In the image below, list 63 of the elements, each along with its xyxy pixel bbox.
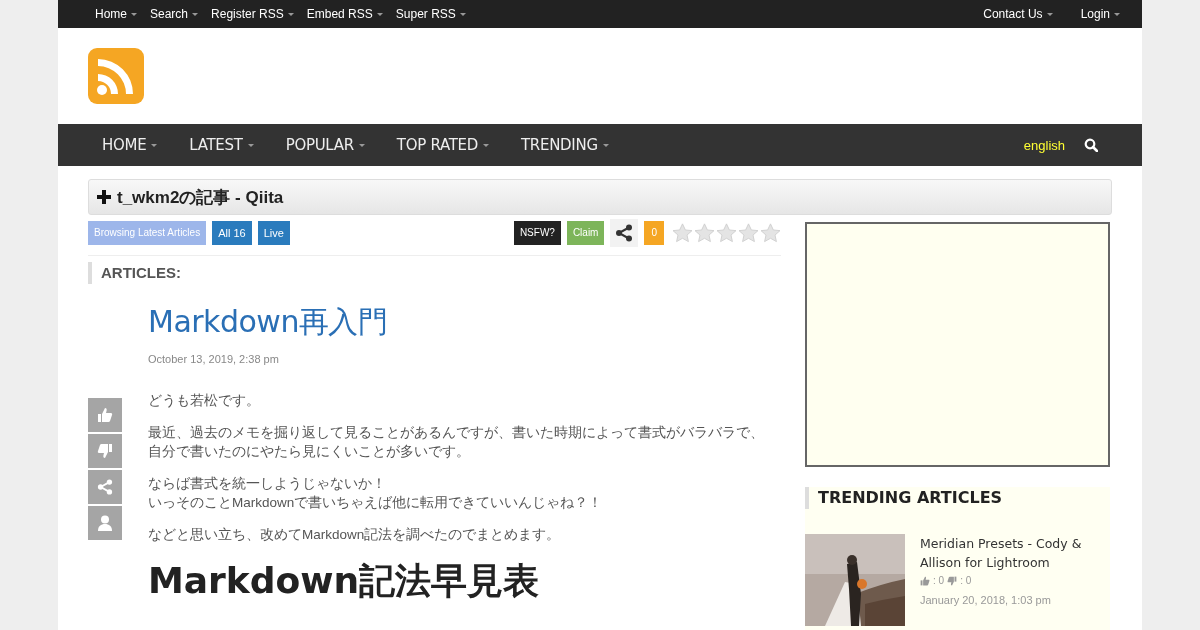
article-date: October 13, 2019, 2:38 pm	[148, 353, 280, 365]
top-menu-link[interactable]: Contact Us	[983, 7, 1053, 21]
caret-icon	[247, 143, 254, 147]
thumbs-up-icon	[97, 407, 113, 423]
author-button[interactable]	[88, 506, 122, 540]
like-button[interactable]	[88, 398, 122, 432]
caret-icon	[287, 12, 294, 16]
top-menu-link[interactable]: Embed RSS	[306, 7, 383, 21]
caret-icon	[376, 12, 383, 16]
live-button[interactable]: Live	[257, 221, 290, 245]
dislike-button[interactable]	[88, 434, 122, 468]
caret-icon	[602, 143, 609, 147]
caret-icon	[1114, 12, 1120, 16]
plus-icon	[97, 190, 111, 204]
paragraph: ならば書式を統一しようじゃないか！ いっそのことMarkdownで書いちゃえば他に転用できていいんじゃね？！	[148, 475, 604, 512]
star-icon[interactable]	[760, 223, 781, 243]
share-icon	[615, 224, 634, 242]
paragraph: などと思い立ち、改めてMarkdown記法を調べたのでまとめます。	[148, 526, 562, 544]
star-icon[interactable]	[694, 223, 715, 243]
caret-icon	[131, 12, 137, 16]
rating-count: 0	[644, 221, 664, 245]
caret-icon	[459, 12, 466, 16]
top-menu-link[interactable]: Search	[150, 7, 199, 21]
trending-article-date: January 20, 2018, 1:03 pm	[920, 594, 1052, 606]
user-icon	[98, 515, 112, 531]
top-menu-link[interactable]: Register RSS	[211, 7, 294, 21]
thumbs-up-icon	[920, 575, 930, 586]
all-button[interactable]: All 16	[212, 221, 252, 245]
nav-link[interactable]: HOME	[102, 136, 158, 154]
nav-link[interactable]: TRENDING	[521, 136, 609, 154]
top-menu-link[interactable]: Home	[95, 7, 137, 21]
nav-link[interactable]: TOP RATED	[396, 136, 489, 154]
paragraph: 最近、過去のメモを掘り返して見ることがあるんですが、書いた時期によって書式がバラバラで、 自分で書いたのにやたら見にくいことが多いです。	[148, 424, 765, 461]
top-menu-link[interactable]: Login	[1080, 7, 1120, 21]
nav-link[interactable]: POPULAR	[285, 136, 365, 154]
browsing-label: Browsing Latest Articles	[88, 221, 207, 245]
star-icon[interactable]	[738, 223, 759, 243]
article-title[interactable]: Markdown再入門	[148, 302, 781, 343]
star-icon[interactable]	[672, 223, 693, 243]
share-icon	[97, 479, 113, 495]
caret-icon	[151, 143, 158, 147]
like-count: : 0	[933, 575, 945, 586]
caret-icon	[192, 12, 199, 16]
search-icon[interactable]	[1084, 138, 1098, 152]
feed-title: t_wkm2の記事 - Qiita	[117, 186, 284, 209]
nav-link[interactable]: LATEST	[189, 136, 254, 154]
share-button[interactable]	[610, 219, 639, 247]
caret-icon	[1046, 12, 1053, 16]
thumbs-down-icon	[947, 575, 958, 586]
nsfw-button[interactable]: NSFW?	[513, 221, 561, 245]
article-heading: Markdown記法早見表	[148, 559, 541, 603]
caret-icon	[358, 143, 365, 147]
paragraph: どうも若松です。	[148, 392, 261, 410]
section-heading: TRENDING ARTICLES	[805, 487, 1110, 509]
language-link[interactable]: english	[1023, 137, 1065, 153]
thumbs-down-icon	[97, 443, 113, 459]
trending-article-title[interactable]: Meridian Presets - Cody & Allison for Lightroom	[920, 534, 1100, 572]
top-menu-link[interactable]: Super RSS	[395, 7, 466, 21]
rss-logo-icon[interactable]	[88, 48, 144, 104]
star-icon[interactable]	[716, 223, 737, 243]
section-heading: ARTICLES:	[88, 262, 781, 284]
dislike-count: : 0	[960, 575, 972, 586]
caret-icon	[483, 143, 489, 147]
